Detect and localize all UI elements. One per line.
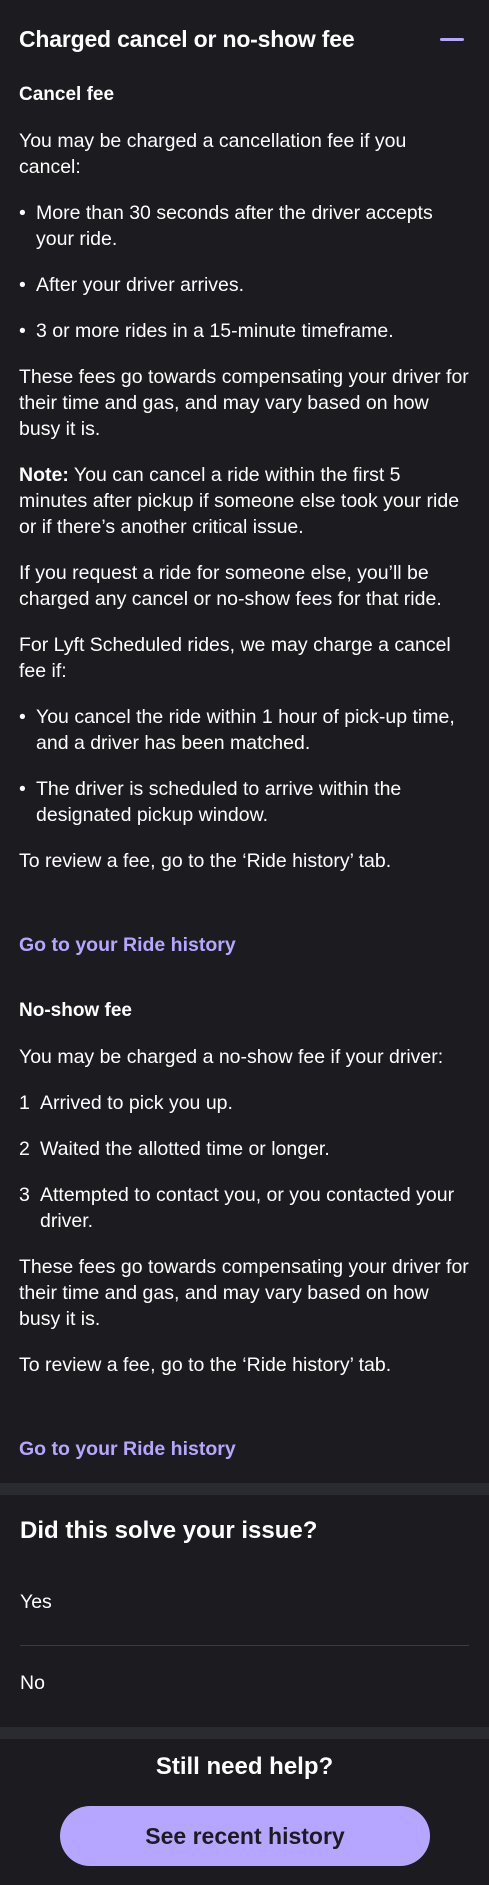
bullet-text: After your driver arrives. <box>36 274 245 296</box>
section-divider <box>0 1727 489 1739</box>
no-show-review-text: To review a fee, go to the ‘Ride history… <box>19 1354 392 1376</box>
someone-else-text: If you request a ride for someone else, … <box>19 562 442 610</box>
article-card: Charged cancel or no-show fee Cancel fee… <box>0 0 489 1483</box>
article-content: Cancel fee You may be charged a cancella… <box>19 82 469 1462</box>
note-label: Note: <box>19 464 69 486</box>
help-article-page: Charged cancel or no-show fee Cancel fee… <box>0 0 489 1885</box>
bullet-text: 3 or more rides in a 15-minute timeframe… <box>36 320 394 342</box>
minus-icon[interactable] <box>440 38 464 41</box>
cancel-bullet: 3 or more rides in a 15-minute timeframe… <box>19 318 469 344</box>
item-text: Waited the allotted time or longer. <box>40 1138 330 1160</box>
no-show-item: 3 Attempted to contact you, or you conta… <box>19 1182 469 1234</box>
cancel-fees-text: These fees go towards compensating your … <box>19 366 469 440</box>
bullet-text: The driver is scheduled to arrive within… <box>36 778 402 826</box>
help-title: Still need help? <box>155 1753 334 1780</box>
bullet-text: You cancel the ride within 1 hour of pic… <box>36 706 455 754</box>
cancel-fee-heading: Cancel fee <box>19 84 115 105</box>
cancel-bullet: More than 30 seconds after the driver ac… <box>19 200 469 252</box>
no-show-fees-text: These fees go towards compensating your … <box>19 1256 469 1330</box>
accordion-title: Charged cancel or no-show fee <box>19 26 355 52</box>
item-number: 2 <box>19 1138 30 1160</box>
scheduled-bullet: The driver is scheduled to arrive within… <box>19 776 469 828</box>
option-divider <box>20 1645 469 1646</box>
feedback-section: Did this solve your issue? Yes No <box>0 1495 489 1727</box>
section-divider <box>0 1483 489 1495</box>
feedback-title: Did this solve your issue? <box>20 1517 318 1544</box>
feedback-yes-option[interactable]: Yes <box>20 1589 469 1615</box>
item-text: Arrived to pick you up. <box>40 1092 233 1114</box>
item-text: Attempted to contact you, or you contact… <box>40 1184 455 1232</box>
help-section: Still need help? See recent history <box>0 1739 489 1885</box>
no-show-item: 2 Waited the allotted time or longer. <box>19 1136 469 1162</box>
cancel-review-text: To review a fee, go to the ‘Ride history… <box>19 850 392 872</box>
feedback-no-option[interactable]: No <box>20 1670 469 1696</box>
ride-history-link[interactable]: Go to your Ride history <box>19 1436 236 1462</box>
cancel-intro: You may be charged a cancellation fee if… <box>19 130 407 178</box>
item-number: 1 <box>19 1092 30 1114</box>
scheduled-intro: For Lyft Scheduled rides, we may charge … <box>19 634 451 682</box>
no-show-fee-heading: No-show fee <box>19 1000 132 1021</box>
ride-history-link[interactable]: Go to your Ride history <box>19 932 236 958</box>
scheduled-bullet: You cancel the ride within 1 hour of pic… <box>19 704 469 756</box>
accordion-header[interactable]: Charged cancel or no-show fee <box>19 22 470 56</box>
no-show-item: 1 Arrived to pick you up. <box>19 1090 469 1116</box>
see-recent-history-button[interactable]: See recent history <box>60 1806 430 1866</box>
cancel-note: Note: You can cancel a ride within the f… <box>19 462 469 540</box>
cancel-bullet: After your driver arrives. <box>19 272 469 298</box>
item-number: 3 <box>19 1184 30 1206</box>
note-text: You can cancel a ride within the first 5… <box>19 464 460 538</box>
bullet-text: More than 30 seconds after the driver ac… <box>36 202 433 250</box>
no-show-intro: You may be charged a no-show fee if your… <box>19 1046 444 1068</box>
